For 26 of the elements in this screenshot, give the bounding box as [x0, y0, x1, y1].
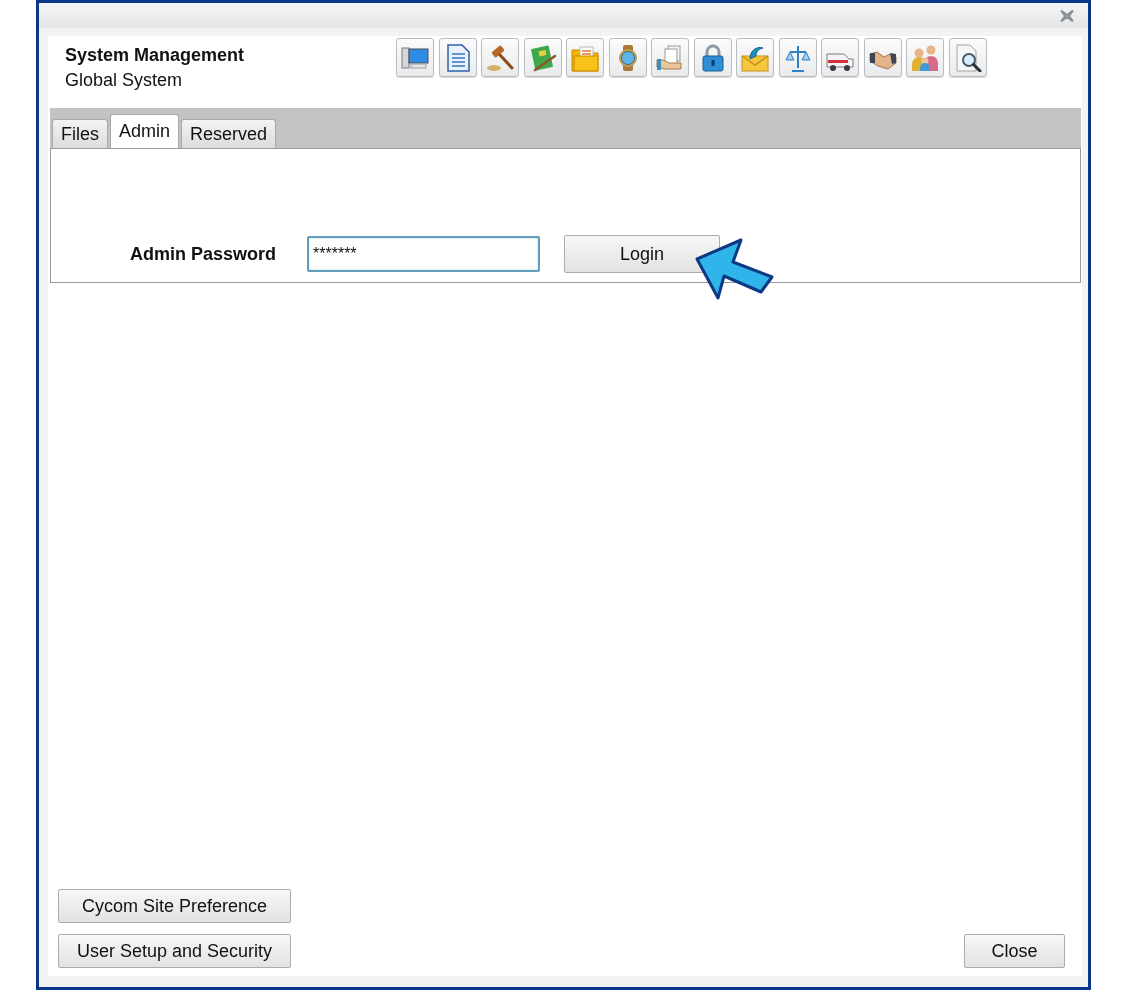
- tab[interactable]: Files: [52, 119, 108, 148]
- footer-button[interactable]: Cycom Site Preference: [58, 889, 291, 923]
- hand-papers-icon: [656, 43, 684, 72]
- book-icon: [528, 43, 557, 72]
- dialog-subtitle: Global System: [65, 69, 183, 91]
- close-icon[interactable]: [1059, 8, 1075, 23]
- tab[interactable]: Admin: [110, 114, 180, 148]
- toolbar-button[interactable]: [863, 38, 902, 77]
- tab[interactable]: Reserved: [181, 119, 277, 148]
- password-field[interactable]: *******: [307, 236, 540, 272]
- document-search-icon: [953, 43, 982, 72]
- toolbar-button[interactable]: [481, 38, 519, 77]
- dialog-title: System Management: [65, 44, 245, 66]
- people-icon: [911, 43, 939, 72]
- toolbar-button[interactable]: [948, 38, 987, 77]
- folder-icon: [571, 43, 599, 72]
- gavel-icon: [486, 43, 514, 72]
- login-button[interactable]: Login: [564, 235, 720, 273]
- toolbar-button[interactable]: [396, 38, 434, 77]
- close-button[interactable]: Close: [964, 934, 1065, 968]
- toolbar-button[interactable]: [693, 38, 732, 77]
- footer-button[interactable]: User Setup and Security: [58, 934, 291, 968]
- scales-icon: [783, 43, 812, 72]
- field-label: Admin Password: [128, 243, 276, 265]
- toolbar-button[interactable]: [821, 38, 859, 77]
- toolbar-button[interactable]: [523, 38, 562, 77]
